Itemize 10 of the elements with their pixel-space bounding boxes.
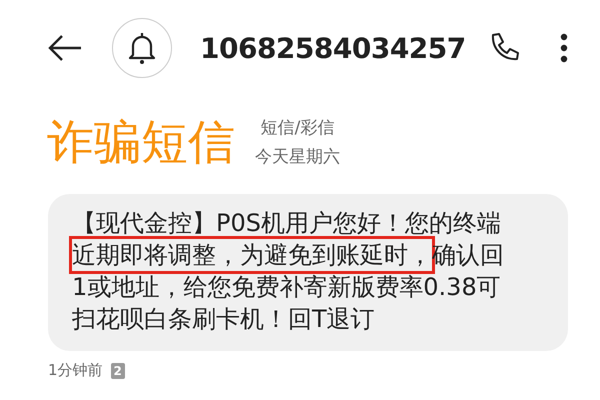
- scam-label: 诈骗短信: [47, 118, 235, 166]
- more-icon[interactable]: [560, 33, 568, 63]
- sender-number: 10682584034257: [200, 32, 466, 64]
- message-date: 今天星期六: [255, 146, 340, 168]
- back-icon[interactable]: [48, 34, 82, 62]
- bell-icon: [127, 31, 157, 65]
- message-time: 1分钟前: [48, 361, 103, 380]
- message-type: 短信/彩信: [260, 117, 334, 139]
- bell-button[interactable]: [112, 18, 172, 78]
- sim-badge: 2: [110, 362, 125, 378]
